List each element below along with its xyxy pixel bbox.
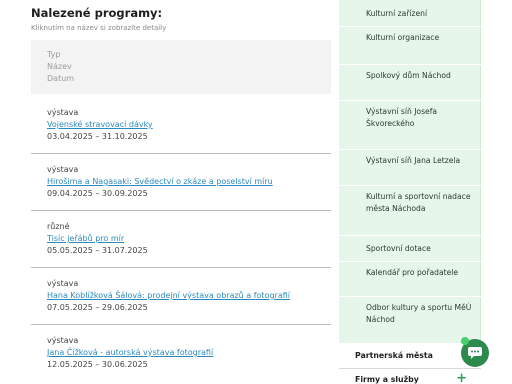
program-date: 12.05.2025 – 30.06.2025 — [47, 360, 148, 369]
sidebar-item-label: Sportovní dotace — [366, 244, 431, 253]
table-row: výstava Hana Koblížková Šálová: prodejní… — [31, 268, 331, 325]
sidebar-item-label: Kulturní zařízení — [366, 9, 428, 18]
sidebar-item-label: Kalendář pro pořadatele — [366, 268, 459, 277]
sidebar-item-partnerska-mesta[interactable]: Partnerská města — [339, 343, 481, 368]
sidebar-item-label: Spolkový dům Náchod — [366, 71, 451, 80]
header-name: Název — [47, 62, 72, 71]
table-row: výstava Hirošima a Nagasaki: Svědectví o… — [31, 154, 331, 211]
sidebar-item-nadace[interactable]: Kulturní a sportovní nadace města Náchod… — [339, 186, 481, 236]
sidebar-item-label: Kulturní a sportovní nadace města Náchod… — [366, 192, 471, 213]
program-date: 03.04.2025 – 31.10.2025 — [47, 132, 148, 141]
program-name-link[interactable]: Vojenské stravovací dávky — [47, 120, 153, 129]
program-name-link[interactable]: Jana Čížková - autorská výstava fotograf… — [47, 348, 213, 357]
program-name-link[interactable]: Tisíc jeřábů pro mír — [47, 234, 124, 243]
sidebar-item-label: Výstavní síň Josefa Škvoreckého — [366, 107, 438, 128]
sidebar-item-label: Odbor kultury a sportu MěÚ Náchod — [366, 303, 472, 324]
program-date: 09.04.2025 – 30.09.2025 — [47, 189, 148, 198]
sidebar-nav: Kulturní zařízení Kulturní organizace Sp… — [339, 0, 481, 384]
table-header: Typ Název Datum — [31, 40, 331, 94]
plus-icon[interactable]: + — [456, 371, 467, 384]
hint-text: Kliknutím na název si zobrazíte detaily — [31, 24, 167, 32]
table-row: výstava Vojenské stravovací dávky 03.04.… — [31, 97, 331, 154]
table-row: různé Tisíc jeřábů pro mír 05.05.2025 – … — [31, 211, 331, 268]
sidebar-section-label: Firmy a služby — [355, 375, 419, 384]
table-row: výstava Jana Čížková - autorská výstava … — [31, 325, 331, 382]
program-name-link[interactable]: Hana Koblížková Šálová: prodejní výstava… — [47, 291, 290, 300]
sidebar-item-label: Kulturní organizace — [366, 33, 440, 42]
sidebar-item-sportovni-dotace[interactable]: Sportovní dotace — [339, 236, 481, 262]
program-type: výstava — [47, 279, 79, 288]
sidebar-item-odbor-kultury[interactable]: Odbor kultury a sportu MěÚ Náchod — [339, 297, 481, 343]
sidebar-item-kulturni-zarizeni[interactable]: Kulturní zařízení — [339, 0, 481, 27]
program-date: 05.05.2025 – 31.07.2025 — [47, 246, 148, 255]
sidebar-submenu: Kulturní zařízení Kulturní organizace Sp… — [339, 0, 481, 343]
header-date: Datum — [47, 74, 75, 83]
program-type: výstava — [47, 108, 79, 117]
program-date: 07.05.2025 – 29.06.2025 — [47, 303, 148, 312]
sidebar-item-firmy-a-sluzby[interactable]: Firmy a služby + — [339, 369, 481, 384]
sidebar-item-kalendar[interactable]: Kalendář pro pořadatele — [339, 262, 481, 297]
notification-dot — [461, 337, 469, 345]
chat-icon — [468, 347, 482, 359]
sidebar-item-spolkovy-dum[interactable]: Spolkový dům Náchod — [339, 65, 481, 101]
sidebar-item-vystavni-sin-letzela[interactable]: Výstavní síň Jana Letzela — [339, 150, 481, 186]
header-type: Typ — [47, 50, 61, 59]
program-type: výstava — [47, 165, 79, 174]
sidebar-item-vystavni-sin-skvoreckeho[interactable]: Výstavní síň Josefa Škvoreckého — [339, 101, 481, 150]
sidebar-item-kulturni-organizace[interactable]: Kulturní organizace — [339, 27, 481, 65]
sidebar-section-label: Partnerská města — [355, 351, 433, 360]
sidebar-item-label: Výstavní síň Jana Letzela — [366, 156, 461, 165]
program-name-link[interactable]: Hirošima a Nagasaki: Svědectví o zkáze a… — [47, 177, 273, 186]
page-title: Nalezené programy: — [31, 6, 163, 20]
program-type: výstava — [47, 336, 79, 345]
program-type: různé — [47, 222, 70, 231]
